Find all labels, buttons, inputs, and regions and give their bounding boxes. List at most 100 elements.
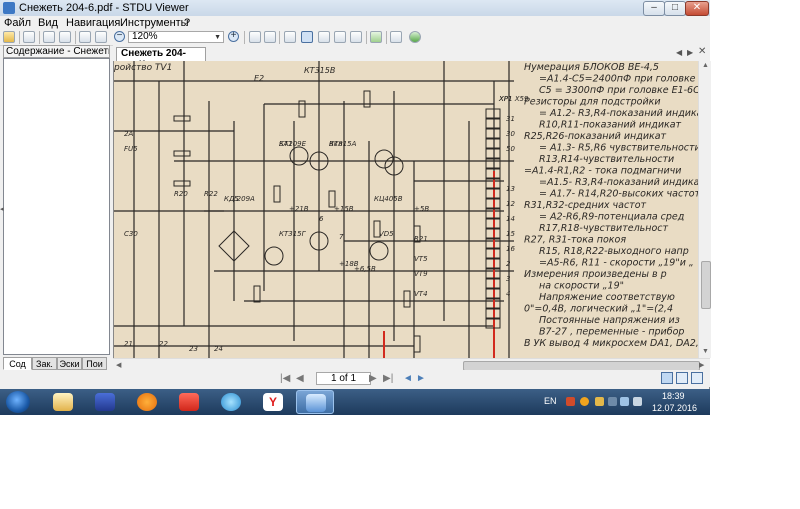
signal-icon[interactable] [620, 397, 629, 406]
schematic-label: 21 [124, 340, 133, 348]
schematic-label: 30 [506, 130, 515, 138]
minimize-button[interactable]: – [643, 1, 665, 16]
taskbar-avast[interactable] [128, 390, 166, 414]
schematic-note: R31,R32-средних частот [524, 200, 647, 211]
zoom-in-button[interactable]: + [228, 31, 239, 42]
zoom-out-button[interactable]: − [114, 31, 125, 42]
document-viewport[interactable]: Нумерация БЛОКОВ ВЕ-4,5 =А1.4-С5=2400пФ п… [113, 61, 699, 358]
fit-page-icon[interactable] [264, 31, 276, 43]
schematic-label: VD5 [379, 230, 394, 238]
edit-icon[interactable] [59, 31, 71, 43]
prev-page-icon[interactable]: ◀ [296, 373, 304, 384]
schematic-note: Нумерация БЛОКОВ ВЕ-4,5 [524, 62, 659, 73]
tab-close-icon[interactable]: ✕ [698, 46, 706, 57]
vertical-scroll-thumb[interactable] [701, 261, 711, 309]
back-arrow-icon[interactable] [370, 31, 382, 43]
schematic-note: =А1.5- R3,R4-показаний индикат [539, 177, 699, 188]
schematic-note: R13,R14-чувствительности [539, 154, 674, 165]
title-bar[interactable]: Снежеть 204-6.pdf - STDU Viewer – □ ✕ [0, 0, 710, 17]
contents-tree[interactable] [3, 58, 110, 355]
single-page-icon[interactable] [249, 31, 261, 43]
schematic-label: 4 [506, 290, 510, 298]
taskbar-yandex[interactable]: Y [254, 390, 292, 414]
open-folder-icon[interactable] [3, 31, 15, 43]
text-select-icon[interactable] [318, 31, 330, 43]
schematic-label: +6,5В [354, 265, 376, 273]
zoom-select[interactable]: 120% ▼ [128, 31, 224, 43]
single-page-view-icon[interactable] [661, 372, 673, 384]
document-tab[interactable]: Снежеть 204-6.pdf [116, 47, 206, 71]
scroll-down-icon[interactable]: ▼ [702, 348, 709, 355]
schematic-label: +5В [414, 205, 429, 213]
schematic-note: С5 = 3300пФ при головке Е1-6С2 [539, 85, 699, 96]
start-button[interactable] [6, 391, 30, 413]
schematic-label: 31 [506, 115, 515, 123]
tray-flag-icon[interactable] [608, 397, 617, 406]
two-page-view-icon[interactable] [676, 372, 688, 384]
taskbar-explorer[interactable] [44, 390, 82, 414]
menu-help[interactable]: ? [184, 17, 190, 29]
tray-network-icon[interactable] [595, 397, 604, 406]
menu-view[interactable]: Вид [38, 17, 58, 29]
zoom-tool-icon[interactable] [350, 31, 362, 43]
scroll-right-icon[interactable]: ▶ [699, 361, 704, 369]
snapshot-icon[interactable] [334, 31, 346, 43]
tab-next-icon[interactable]: ▶ [687, 48, 693, 57]
schematic-note: 0"=0,4В, логический „1"=(2,4 [524, 304, 673, 315]
continuous-view-icon[interactable] [691, 372, 703, 384]
tray-avast-icon[interactable] [580, 397, 589, 406]
yandex-icon: Y [263, 393, 283, 411]
taskbar-eye-app[interactable] [170, 390, 208, 414]
binoculars-icon[interactable] [284, 31, 296, 43]
clock-date[interactable]: 12.07.2016 [652, 403, 697, 413]
vertical-scrollbar[interactable]: ▲ ▼ [698, 61, 711, 358]
maximize-button[interactable]: □ [664, 1, 686, 16]
zoom-value: 120% [132, 31, 158, 42]
folder-icon [53, 393, 73, 411]
menu-tools[interactable]: Инструменты [120, 17, 189, 29]
history-forward-icon[interactable]: ► [416, 373, 426, 384]
schematic-label: 7 [339, 233, 344, 241]
history-back-icon[interactable]: ◄ [403, 373, 413, 384]
schematic-label: 22 [159, 340, 168, 348]
hand-tool-icon[interactable] [301, 31, 313, 43]
next-page-icon[interactable]: ▶ [369, 373, 377, 384]
schematic-label: VT4 [414, 290, 428, 298]
schematic-label: 16 [506, 245, 515, 253]
schematic-label: КЦ405В [374, 195, 403, 203]
page-navigation-bar: |◀ ◀ 1 of 1 ▶ ▶| ◄ ► [113, 370, 710, 387]
first-page-icon[interactable]: |◀ [280, 373, 290, 384]
chevron-down-icon: ▼ [214, 34, 221, 41]
taskbar: Y EN 18:39 12.07.2016 [0, 389, 710, 415]
scroll-up-icon[interactable]: ▲ [702, 62, 709, 69]
panel-splitter[interactable]: ◂ [0, 205, 4, 213]
schematic-label: КД 209А [224, 195, 255, 203]
taskbar-save-app[interactable] [86, 390, 124, 414]
left-panel: Содержание - Снежеть 204 Сод Зак. Эски П… [3, 45, 110, 372]
tab-prev-icon[interactable]: ◀ [676, 48, 682, 57]
scroll-left-icon[interactable]: ◀ [116, 361, 121, 369]
volume-icon[interactable] [633, 397, 642, 406]
print-icon[interactable] [23, 31, 35, 43]
menu-navigation[interactable]: Навигация [66, 17, 120, 29]
language-indicator[interactable]: EN [544, 396, 557, 406]
properties-icon[interactable] [43, 31, 55, 43]
taskbar-round-app[interactable] [212, 390, 250, 414]
stdu-viewer-icon [306, 394, 326, 412]
tab-bookmarks[interactable]: Зак. [32, 357, 57, 370]
taskbar-stdu-viewer[interactable] [296, 390, 334, 414]
clock-time[interactable]: 18:39 [662, 391, 685, 401]
globe-icon[interactable] [409, 31, 421, 43]
page-number-input[interactable]: 1 of 1 [316, 372, 371, 385]
copy-icon[interactable] [390, 31, 402, 43]
avast-icon [137, 393, 157, 411]
tab-contents[interactable]: Сод [3, 357, 32, 370]
tab-thumbnails[interactable]: Эски [57, 357, 82, 370]
paste-page-icon[interactable] [95, 31, 107, 43]
tray-app-icon[interactable] [566, 397, 575, 406]
last-page-icon[interactable]: ▶| [383, 373, 393, 384]
menu-file[interactable]: Файл [4, 17, 31, 29]
tab-search[interactable]: Пои [82, 357, 107, 370]
close-button[interactable]: ✕ [685, 1, 709, 16]
copy-page-icon[interactable] [79, 31, 91, 43]
